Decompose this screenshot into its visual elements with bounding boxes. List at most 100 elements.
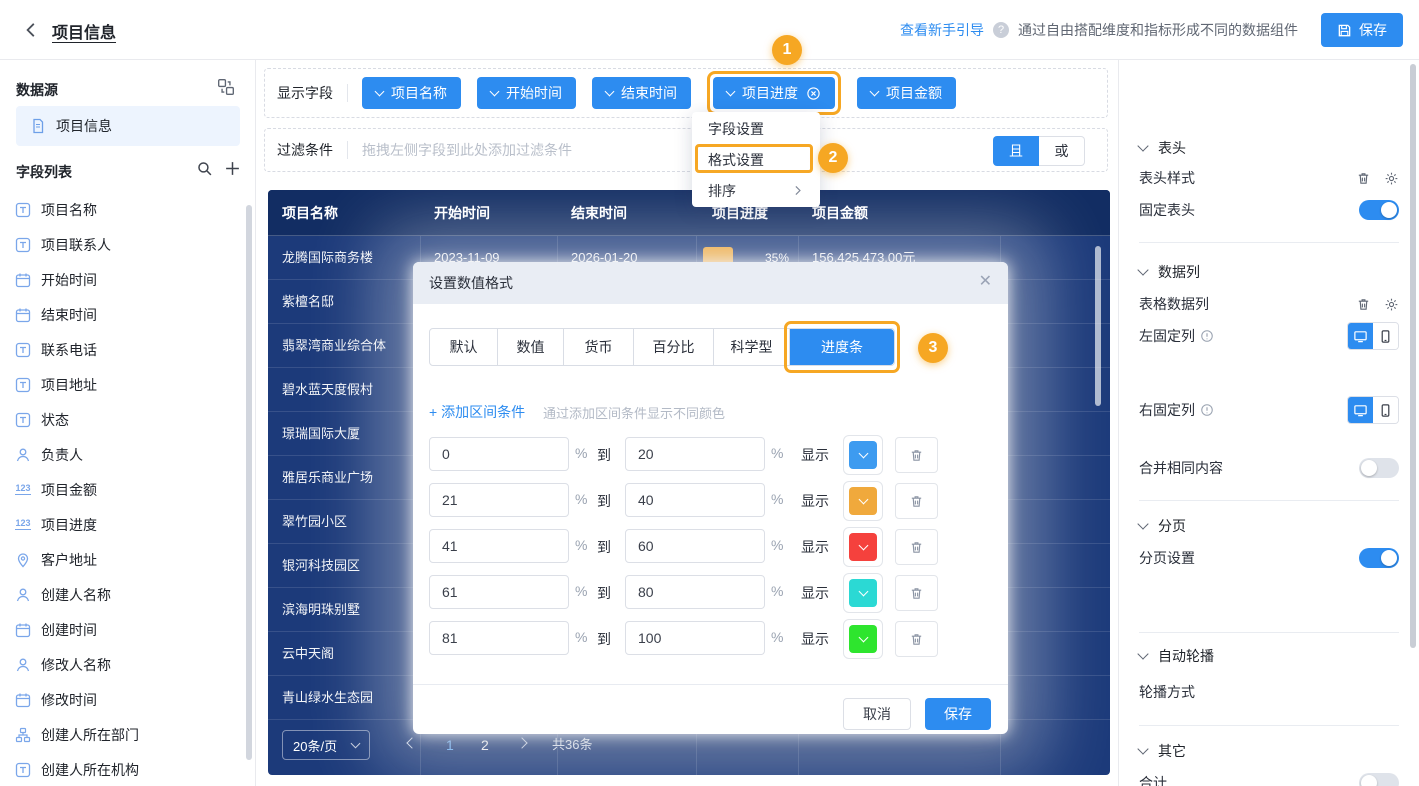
color-picker-button[interactable]: [843, 527, 883, 567]
or-button[interactable]: 或: [1039, 136, 1085, 166]
table-scrollbar[interactable]: [1095, 246, 1101, 406]
delete-range-button[interactable]: [895, 575, 938, 611]
chevron-down-icon: [1137, 648, 1148, 659]
field-item-modifier-name[interactable]: 修改人名称: [0, 647, 248, 682]
tab-percent[interactable]: 百分比: [634, 329, 714, 365]
paging-toggle[interactable]: [1359, 548, 1399, 568]
menu-item-format-settings[interactable]: 格式设置: [692, 144, 820, 175]
tab-currency[interactable]: 货币: [564, 329, 634, 365]
field-item-project-name[interactable]: 项目名称: [0, 192, 248, 227]
section-header-carousel[interactable]: 自动轮播: [1139, 646, 1399, 666]
section-header-table-head[interactable]: 表头: [1139, 138, 1399, 158]
range-from-input[interactable]: [429, 621, 569, 655]
trash-icon[interactable]: [1356, 171, 1371, 186]
add-range-link[interactable]: + 添加区间条件: [429, 402, 525, 422]
delete-range-button[interactable]: [895, 437, 938, 473]
page-size-select[interactable]: 20条/页: [282, 730, 370, 760]
back-icon[interactable]: [22, 21, 40, 39]
chip-end-time[interactable]: 结束时间: [592, 77, 691, 109]
delete-range-button[interactable]: [895, 483, 938, 519]
field-item-project-progress[interactable]: 123项目进度: [0, 507, 248, 542]
color-picker-button[interactable]: [843, 481, 883, 521]
range-to-input[interactable]: [625, 575, 765, 609]
color-picker-button[interactable]: [843, 435, 883, 475]
switch-datasource-icon[interactable]: [217, 78, 235, 96]
range-to-input[interactable]: [625, 621, 765, 655]
chip-project-name[interactable]: 项目名称: [362, 77, 461, 109]
range-from-input[interactable]: [429, 575, 569, 609]
save-button[interactable]: 保存: [1321, 13, 1403, 47]
tab-scientific[interactable]: 科学型: [714, 329, 790, 365]
top-bar: 项目信息 查看新手引导 ? 通过自由搭配维度和指标形成不同的数据组件 保存: [0, 0, 1419, 60]
field-item-phone[interactable]: 联系电话: [0, 332, 248, 367]
tab-default[interactable]: 默认: [430, 329, 498, 365]
section-header-data-columns[interactable]: 数据列: [1139, 262, 1399, 282]
chip-project-progress[interactable]: 项目进度: [713, 77, 835, 109]
date-field-icon: [15, 307, 31, 323]
gear-icon[interactable]: [1384, 297, 1399, 312]
add-range-hint: 通过添加区间条件显示不同颜色: [543, 403, 725, 422]
next-page-icon[interactable]: [518, 736, 528, 752]
cancel-button[interactable]: 取消: [843, 698, 911, 730]
range-from-input[interactable]: [429, 437, 569, 471]
menu-item-sort[interactable]: 排序: [692, 175, 820, 206]
field-item-end-time[interactable]: 结束时间: [0, 297, 248, 332]
mobile-view-button[interactable]: [1373, 323, 1398, 349]
field-item-modify-time[interactable]: 修改时间: [0, 682, 248, 717]
guide-link[interactable]: 查看新手引导: [900, 20, 984, 40]
delete-range-button[interactable]: [895, 529, 938, 565]
field-item-project-address[interactable]: 项目地址: [0, 367, 248, 402]
range-from-input[interactable]: [429, 529, 569, 563]
field-item-creator-department[interactable]: 创建人所在部门: [0, 717, 248, 752]
prev-page-icon[interactable]: [408, 736, 418, 752]
remove-chip-icon[interactable]: [806, 86, 821, 101]
modal-footer: 取消 保存: [413, 684, 1008, 734]
desktop-view-button[interactable]: [1348, 323, 1373, 349]
divider: [347, 141, 348, 159]
field-item-creator-org[interactable]: 创建人所在机构: [0, 752, 248, 786]
org-icon: [15, 727, 31, 743]
desktop-view-button[interactable]: [1348, 397, 1373, 423]
search-icon[interactable]: [196, 160, 213, 177]
menu-item-field-settings[interactable]: 字段设置: [692, 113, 820, 144]
delete-range-button[interactable]: [895, 621, 938, 657]
trash-icon: [909, 494, 924, 509]
range-to-input[interactable]: [625, 483, 765, 517]
field-item-status[interactable]: 状态: [0, 402, 248, 437]
tab-progress-bar[interactable]: 进度条: [790, 329, 894, 365]
close-icon[interactable]: ✕: [979, 274, 992, 290]
field-item-project-amount[interactable]: 123项目金额: [0, 472, 248, 507]
range-from-input[interactable]: [429, 483, 569, 517]
datasource-item[interactable]: 项目信息: [16, 106, 240, 146]
chip-start-time[interactable]: 开始时间: [477, 77, 576, 109]
section-header-paging[interactable]: 分页: [1139, 516, 1399, 536]
chevron-down-icon: [858, 541, 868, 551]
help-icon[interactable]: ?: [993, 22, 1009, 38]
filter-card[interactable]: 过滤条件 拖拽左侧字段到此处添加过滤条件 且 或: [264, 128, 1108, 172]
merge-same-toggle[interactable]: [1359, 458, 1399, 478]
trash-icon[interactable]: [1356, 297, 1371, 312]
field-item-create-time[interactable]: 创建时间: [0, 612, 248, 647]
field-item-customer-address[interactable]: 客户地址: [0, 542, 248, 577]
field-item-owner[interactable]: 负责人: [0, 437, 248, 472]
settings-panel-scrollbar[interactable]: [1410, 64, 1416, 648]
and-button[interactable]: 且: [993, 136, 1039, 166]
chevron-down-icon: [375, 86, 385, 96]
field-item-start-time[interactable]: 开始时间: [0, 262, 248, 297]
field-list-scrollbar[interactable]: [246, 205, 252, 760]
modal-save-button[interactable]: 保存: [925, 698, 991, 730]
mobile-view-button[interactable]: [1373, 397, 1398, 423]
range-to-input[interactable]: [625, 529, 765, 563]
field-item-project-contact[interactable]: 项目联系人: [0, 227, 248, 262]
chip-project-amount[interactable]: 项目金额: [857, 77, 956, 109]
gear-icon[interactable]: [1384, 171, 1399, 186]
total-toggle[interactable]: [1359, 773, 1399, 786]
color-picker-button[interactable]: [843, 619, 883, 659]
section-header-other[interactable]: 其它: [1139, 741, 1399, 761]
field-item-creator-name[interactable]: 创建人名称: [0, 577, 248, 612]
fixed-header-toggle[interactable]: [1359, 200, 1399, 220]
tab-number[interactable]: 数值: [498, 329, 564, 365]
plus-icon[interactable]: [224, 160, 241, 177]
color-picker-button[interactable]: [843, 573, 883, 613]
range-to-input[interactable]: [625, 437, 765, 471]
